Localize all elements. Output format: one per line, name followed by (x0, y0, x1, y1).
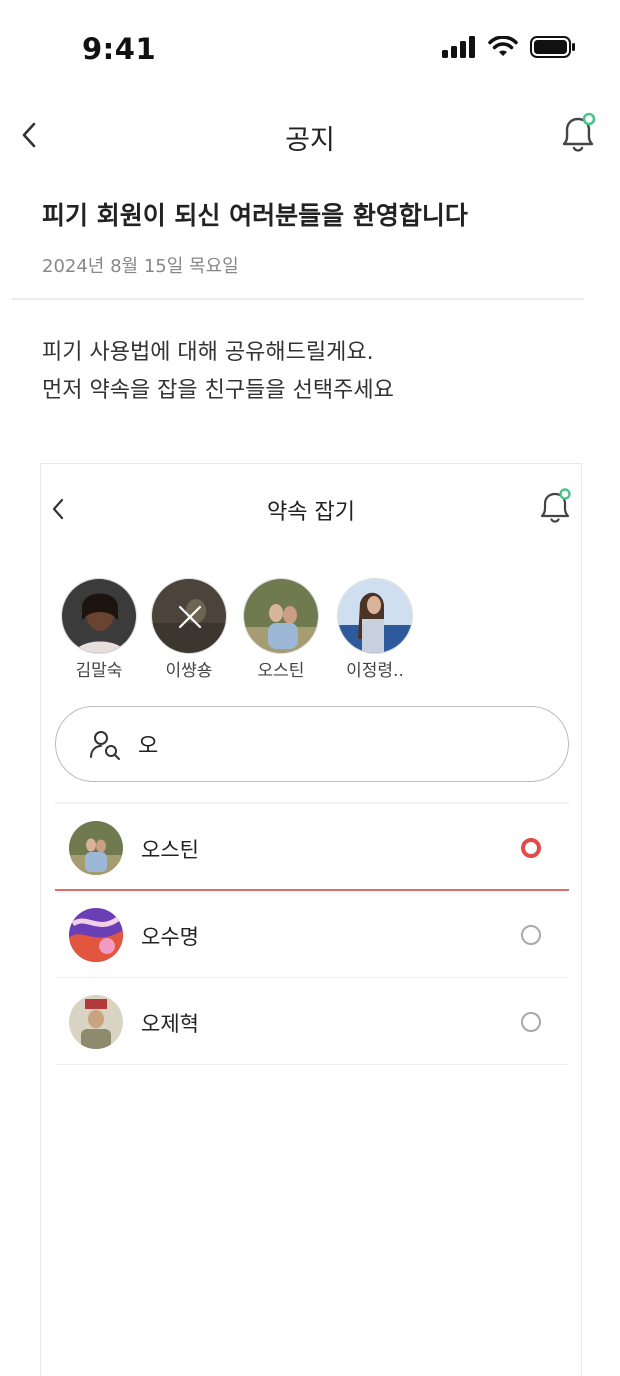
embedded-title: 약속 잡기 (267, 500, 355, 525)
wifi-icon (488, 36, 518, 56)
avatar (151, 578, 227, 654)
select-radio[interactable] (521, 1012, 541, 1032)
notice-body-line: 먼저 약속을 잡을 친구들을 선택주세요 (42, 378, 394, 403)
divider (12, 298, 584, 300)
notice-title: 피기 회원이 되신 여러분들을 환영합니다 (42, 201, 468, 230)
avatar (69, 821, 123, 875)
select-radio[interactable] (521, 925, 541, 945)
notice-date: 2024년 8월 15일 목요일 (42, 256, 239, 277)
remove-overlay[interactable] (152, 579, 226, 653)
select-radio[interactable] (521, 838, 541, 858)
embedded-screenshot: 약속 잡기 김말숙 이썅숑 오스틴 이정령.. 오 오스틴 오수명 오제혁 (40, 463, 582, 1376)
avatar (337, 578, 413, 654)
notice-body: 피기 사용법에 대해 공유해드릴게요. 먼저 약속을 잡을 친구들을 선택주세요 (42, 334, 394, 410)
battery-icon (530, 36, 575, 58)
friend-name: 오제혁 (141, 1012, 199, 1036)
selected-friend-name: 이정령.. (346, 661, 404, 681)
search-input[interactable] (138, 727, 538, 761)
friend-search-field[interactable] (55, 706, 569, 782)
selected-friend-chip[interactable]: 오스틴 (243, 578, 319, 681)
list-item[interactable]: 오제혁 (55, 978, 569, 1065)
avatar (243, 578, 319, 654)
friend-name: 오스틴 (141, 838, 199, 862)
notice-body-line: 피기 사용법에 대해 공유해드릴게요. (42, 340, 374, 365)
nav-bar: 공지 (0, 100, 620, 170)
page-title: 공지 (285, 125, 335, 156)
friend-results-list: 오스틴 오수명 오제혁 (55, 802, 569, 1065)
avatar (61, 578, 137, 654)
list-item[interactable]: 오수명 (55, 891, 569, 978)
selected-friend-name: 이썅숑 (165, 661, 213, 681)
status-icons (442, 36, 576, 58)
status-bar: 9:41 (0, 0, 620, 100)
embedded-nav-bar: 약속 잡기 (41, 484, 581, 534)
notification-dot (582, 112, 596, 126)
selected-friend-name: 김말숙 (75, 661, 123, 681)
friend-name: 오수명 (141, 925, 199, 949)
selected-friend-chip[interactable]: 김말숙 (61, 578, 137, 681)
selected-friend-name: 오스틴 (257, 661, 305, 681)
selected-friend-chip[interactable]: 이썅숑 (151, 578, 227, 681)
bell-icon[interactable] (556, 110, 600, 158)
selected-friend-chip[interactable]: 이정령.. (337, 578, 413, 681)
selected-friends: 김말숙 이썅숑 오스틴 이정령.. (61, 578, 561, 681)
bell-icon (540, 488, 571, 523)
status-time: 9:41 (82, 32, 157, 66)
close-icon[interactable] (176, 603, 204, 631)
avatar (69, 908, 123, 962)
notice-screen: 9:41 공지 피기 회원이 되신 여러분들을 환영합니다 2024년 8월 1… (0, 0, 620, 1376)
avatar (69, 995, 123, 1049)
signal-icon (442, 36, 475, 58)
list-item[interactable]: 오스틴 (55, 804, 569, 891)
notification-dot (559, 488, 571, 500)
person-search-icon (90, 731, 120, 760)
